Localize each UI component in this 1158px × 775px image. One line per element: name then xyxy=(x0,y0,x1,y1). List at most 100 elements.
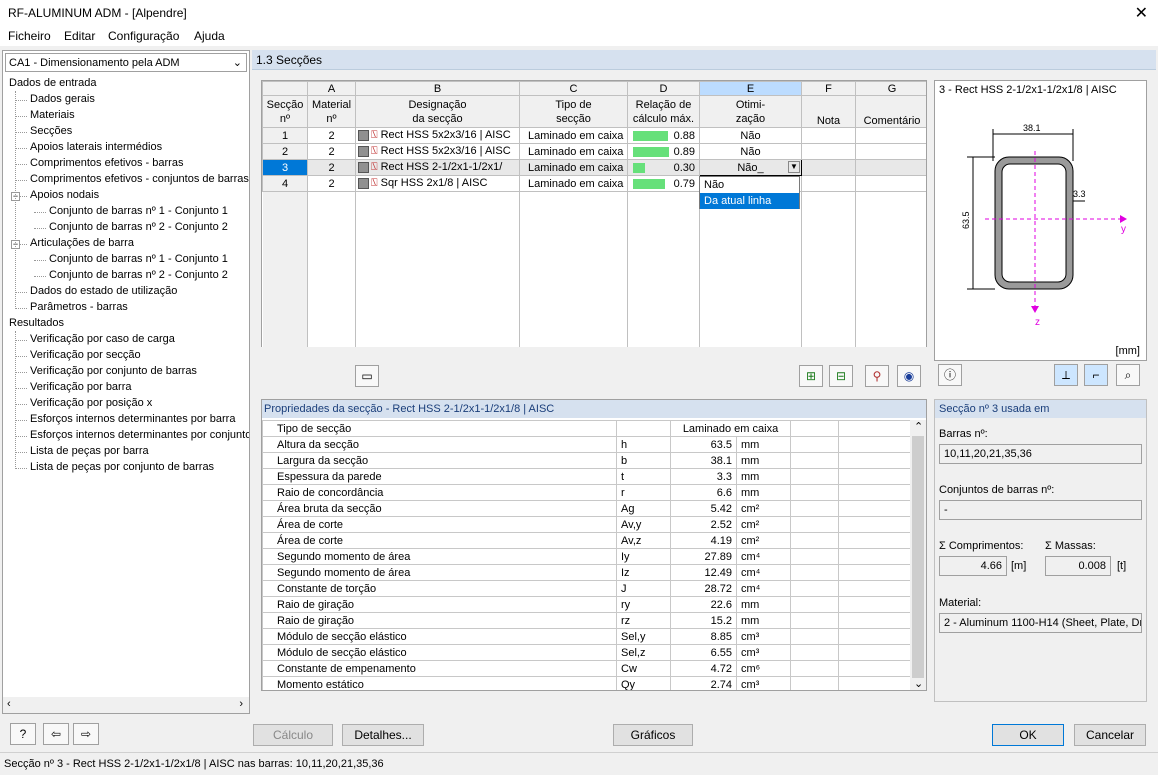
type-cell[interactable]: Laminado em caixa xyxy=(519,159,628,176)
cancel-button[interactable]: Cancelar xyxy=(1074,724,1146,746)
ratio-cell[interactable]: 0.89 xyxy=(627,143,700,160)
grid-row[interactable]: 1 2 ⍂ Rect HSS 5x2x3/16 | AISC Laminado em c… xyxy=(262,127,926,144)
help-icon[interactable]: ? xyxy=(10,723,36,745)
menu-ajuda[interactable]: Ajuda xyxy=(194,29,225,43)
tree-item[interactable]: Comprimentos efetivos - conjuntos de bar… xyxy=(30,173,249,185)
scroll-up-icon[interactable]: ⌃ xyxy=(914,420,923,433)
tree-item[interactable]: Lista de peças por barra xyxy=(30,445,149,457)
axes-icon[interactable]: ⌐ xyxy=(1084,364,1108,386)
optimization-dropdown-list[interactable]: Não Da atual linha xyxy=(699,176,800,209)
designation-cell[interactable]: ⍂ Sqr HSS 2x1/8 | AISC xyxy=(355,175,520,192)
tree-item[interactable]: Secções xyxy=(30,125,72,137)
note-cell[interactable] xyxy=(801,127,856,144)
type-cell[interactable]: Laminado em caixa xyxy=(519,175,628,192)
tree-item[interactable]: Articulações de barra xyxy=(30,237,134,249)
tree-item[interactable]: Verificação por caso de carga xyxy=(30,333,175,345)
row-number[interactable]: 2 xyxy=(262,143,308,160)
designation-cell[interactable]: ⍂ Rect HSS 2-1/2x1-1/2x1/ xyxy=(355,159,520,176)
material-cell[interactable]: 2 xyxy=(307,143,356,160)
note-cell[interactable] xyxy=(801,175,856,192)
tree-item[interactable]: Dados gerais xyxy=(30,93,95,105)
tree-item[interactable]: Apoios laterais intermédios xyxy=(30,141,162,153)
close-icon[interactable]: ✕ xyxy=(1135,3,1148,23)
note-cell[interactable] xyxy=(801,159,856,176)
material-cell[interactable]: 2 xyxy=(307,175,356,192)
sections-grid[interactable]: A B C D E F G Secção nº Material nº Design… xyxy=(261,80,927,388)
optimization-cell[interactable]: Não xyxy=(699,143,802,160)
row-number[interactable]: 1 xyxy=(262,127,308,144)
ratio-cell[interactable]: 0.30 xyxy=(627,159,700,176)
book-icon[interactable]: ▭ xyxy=(355,365,379,387)
comment-cell[interactable] xyxy=(855,175,926,192)
view-icon[interactable]: ◉ xyxy=(897,365,921,387)
col-letter-d: D xyxy=(627,81,700,96)
tree-item[interactable]: Comprimentos efetivos - barras xyxy=(30,157,183,169)
export-excel-icon[interactable]: ⊞ xyxy=(799,365,823,387)
ratio-cell[interactable]: 0.88 xyxy=(627,127,700,144)
material-cell[interactable]: 2 xyxy=(307,159,356,176)
import-icon[interactable]: ⇦ xyxy=(43,723,69,745)
zoom-icon[interactable]: ⌕ xyxy=(1116,364,1140,386)
tree-item[interactable]: Esforços internos determinantes por barr… xyxy=(30,413,235,425)
tree-item[interactable]: Materiais xyxy=(30,109,75,121)
usage-panel: Secção nº 3 usada em Barras nº: 10,11,20… xyxy=(934,399,1147,702)
scroll-left-icon[interactable]: ‹ xyxy=(7,698,11,710)
tree-item[interactable]: Apoios nodais xyxy=(30,189,99,201)
comment-cell[interactable] xyxy=(855,127,926,144)
tree-item[interactable]: Conjunto de barras nº 2 - Conjunto 2 xyxy=(49,269,228,281)
grid-row[interactable]: 3 2 ⍂ Rect HSS 2-1/2x1-1/2x1/Laminado em ca… xyxy=(262,159,926,176)
optimization-cell-editor[interactable]: Não_ ▼ xyxy=(699,159,802,176)
dimension-icon[interactable]: ⟂ xyxy=(1054,364,1078,386)
tree-item[interactable]: Dados do estado de utilização xyxy=(30,285,177,297)
designation-cell[interactable]: ⍂ Rect HSS 5x2x3/16 | AISC xyxy=(355,143,520,160)
tree-item[interactable]: Dados de entrada xyxy=(9,77,96,89)
menu-ficheiro[interactable]: Ficheiro xyxy=(8,29,51,43)
info-icon[interactable]: ⓘ xyxy=(938,364,962,386)
material-cell[interactable]: 2 xyxy=(307,127,356,144)
design-case-select[interactable]: CA1 - Dimensionamento pela ADM ⌄ xyxy=(5,53,247,72)
graphics-button[interactable]: Gráficos xyxy=(613,724,693,746)
vertical-scrollbar[interactable]: ⌃ ⌄ xyxy=(910,420,926,690)
menu-editar[interactable]: Editar xyxy=(64,29,95,43)
optimization-cell[interactable]: Não xyxy=(699,127,802,144)
tree-item[interactable]: Verificação por secção xyxy=(30,349,141,361)
export-icon[interactable]: ⇨ xyxy=(73,723,99,745)
tree-item[interactable]: Conjunto de barras nº 1 - Conjunto 1 xyxy=(49,253,228,265)
tree-item[interactable]: Parâmetros - barras xyxy=(30,301,128,313)
type-cell[interactable]: Laminado em caixa xyxy=(519,143,628,160)
massas-label: Σ Massas: xyxy=(1045,540,1096,552)
grid-row[interactable]: 2 2 ⍂ Rect HSS 5x2x3/16 | AISC Laminado em c… xyxy=(262,143,926,160)
tree-item[interactable]: Verificação por conjunto de barras xyxy=(30,365,197,377)
ok-button[interactable]: OK xyxy=(992,724,1064,746)
menu-configuracao[interactable]: Configuração xyxy=(108,29,179,43)
row-number[interactable]: 3 xyxy=(262,159,308,176)
property-value: 5.42 xyxy=(670,500,737,517)
type-cell[interactable]: Laminado em caixa xyxy=(519,127,628,144)
tree-item[interactable]: Lista de peças por conjunto de barras xyxy=(30,461,214,473)
comment-cell[interactable] xyxy=(855,159,926,176)
calculate-button[interactable]: Cálculo xyxy=(253,724,333,746)
designation-cell[interactable]: ⍂ Rect HSS 5x2x3/16 | AISC xyxy=(355,127,520,144)
dim-h-label: 63.5 xyxy=(961,211,971,229)
horizontal-scrollbar[interactable]: ‹ › xyxy=(3,697,249,713)
tree-item[interactable]: Esforços internos determinantes por conj… xyxy=(30,429,249,441)
scroll-down-icon[interactable]: ⌄ xyxy=(914,677,923,690)
import-excel-icon[interactable]: ⊟ xyxy=(829,365,853,387)
tree-item[interactable]: Verificação por barra xyxy=(30,381,132,393)
scroll-right-icon[interactable]: › xyxy=(239,698,243,710)
chevron-down-icon[interactable]: ▼ xyxy=(788,161,800,173)
scrollbar-thumb[interactable] xyxy=(912,436,924,678)
tree-item[interactable]: Conjunto de barras nº 1 - Conjunto 1 xyxy=(49,205,228,217)
tree-item[interactable]: Conjunto de barras nº 2 - Conjunto 2 xyxy=(49,221,228,233)
ratio-cell[interactable]: 0.79 xyxy=(627,175,700,192)
tree-item[interactable]: Resultados xyxy=(9,317,64,329)
row-number[interactable]: 4 xyxy=(262,175,308,192)
dropdown-option-da-atual-linha[interactable]: Da atual linha xyxy=(700,193,799,209)
comment-cell[interactable] xyxy=(855,143,926,160)
details-button[interactable]: Detalhes... xyxy=(342,724,424,746)
tree-item[interactable]: Verificação por posição x xyxy=(30,397,152,409)
dropdown-option-nao[interactable]: Não xyxy=(700,177,799,193)
note-cell[interactable] xyxy=(801,143,856,160)
grid-row[interactable]: 4 2 ⍂ Sqr HSS 2x1/8 | AISC Laminado em caixa… xyxy=(262,175,926,192)
pick-icon[interactable]: ⚲ xyxy=(865,365,889,387)
